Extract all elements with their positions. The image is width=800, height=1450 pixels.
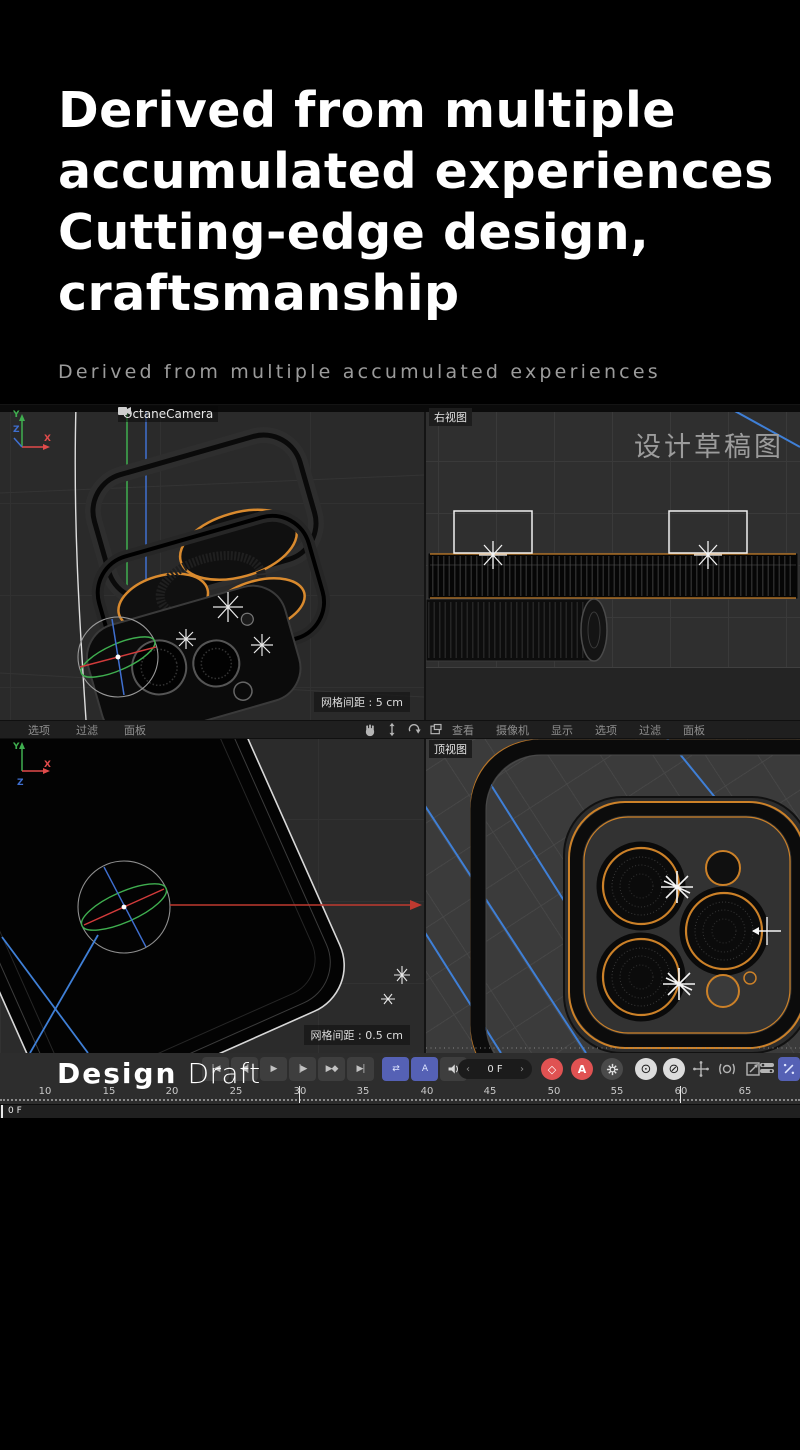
hero-subtitle: Derived from multiple accumulated experi… [58,361,661,383]
menu-options[interactable]: 选项 [595,722,617,738]
keying-settings-button[interactable] [601,1058,623,1080]
move-tool-icon[interactable] [692,1060,710,1078]
axis-z-label: Z [17,778,24,787]
view-label-badge: 右视图 [429,408,472,426]
keyframe-track-button[interactable]: A [411,1057,438,1081]
axis-gizmo: Y Z X [0,405,52,455]
menu-panel[interactable]: 面板 [683,722,705,738]
loop-mode-button[interactable]: ⇄ [382,1057,409,1081]
playhead-frame-label: 0 F [8,1106,22,1116]
key-rotation-toggle[interactable]: ⊘ [663,1058,685,1080]
view-label-badge: 顶视图 [429,740,472,758]
ruler-major-tick [680,1086,681,1103]
toggle-view-icon[interactable] [428,722,444,737]
goto-end-button[interactable]: ▶| [347,1057,374,1081]
toggles-icon[interactable] [758,1059,776,1077]
caption-light: Draft [187,1057,260,1090]
axis-x-label: X [44,760,51,770]
hero-title-line: accumulated experiences [58,141,774,202]
hero-title-line: craftsmanship [58,263,774,324]
ruler-number: 35 [357,1086,370,1097]
ruler-number: 50 [548,1086,561,1097]
ruler-number: 60 [675,1086,688,1097]
viewport-front-view[interactable]: Y X Z 网格间距 : 0.5 cm [0,737,424,1053]
key-position-toggle[interactable]: ⊙ [635,1058,657,1080]
caption-bold: Design [57,1057,177,1090]
ruler-number: 65 [739,1086,752,1097]
menu-display[interactable]: 显示 [551,722,573,738]
top-view-canvas [426,737,800,1053]
zoom-view-icon[interactable] [384,722,400,737]
axis-x-label: X [44,434,51,444]
viewport-top-view[interactable]: 顶视图 [426,737,800,1053]
section-caption: Design Draft [57,1057,261,1090]
playhead-row[interactable]: 0 F [0,1104,800,1118]
ruler-number: 55 [611,1086,624,1097]
viewport-menubar: 选项 过滤 面板 查看 [0,720,800,739]
menu-cameras[interactable]: 摄像机 [496,722,529,738]
frame-decrement[interactable]: ‹ [466,1064,470,1075]
camera-icon [118,406,132,416]
play-button[interactable]: ▶ [260,1057,287,1081]
hero-title-line: Cutting-edge design, [58,202,774,263]
menu-filter[interactable]: 过滤 [639,722,661,738]
gear-icon [606,1063,619,1076]
viewport-right-view[interactable]: 右视图 设计草稿图 [426,405,800,720]
axis-z-label: Z [13,425,20,435]
next-frame-button[interactable]: |▶ [289,1057,316,1081]
axis-gizmo: Y X Z [0,737,52,787]
menu-panel[interactable]: 面板 [124,722,146,738]
play-to-key-button[interactable]: ▶◆ [318,1057,345,1081]
frame-number-spinner[interactable]: ‹ 0 F › [458,1059,532,1079]
rotate-view-icon[interactable] [406,722,422,737]
ruler-major-tick [299,1086,300,1103]
grid-spacing-label: 网格间距 : 5 cm [314,692,410,712]
watermark-text: 设计草稿图 [634,425,784,464]
ruler-number: 30 [294,1086,307,1097]
right-viewport-menubar: 查看 摄像机 显示 选项 过滤 面板 [452,721,727,738]
hero-title: Derived from multiple accumulated experi… [58,80,774,324]
menu-options[interactable]: 选项 [28,722,50,738]
menu-filter[interactable]: 过滤 [76,722,98,738]
record-keyframe-button[interactable]: ◇ [541,1058,563,1080]
rotate-tool-icon[interactable] [718,1060,736,1078]
grid-spacing-label: 网格间距 : 0.5 cm [304,1025,410,1045]
ruler-number: 45 [484,1086,497,1097]
axis-y-label: Y [12,410,20,420]
snap-disabled-icon [782,1062,796,1076]
pan-hand-icon[interactable] [362,722,378,737]
page: Derived from multiple accumulated experi… [0,0,800,1450]
viewport-perspective[interactable]: OctaneCamera Y Z X 网格间距 : 5 cm [0,405,424,720]
axis-y-label: Y [12,742,20,752]
front-view-canvas [0,737,424,1053]
camera-name-label[interactable]: OctaneCamera [118,406,218,422]
autokey-button[interactable]: A [571,1058,593,1080]
ruler-number: 40 [421,1086,434,1097]
snap-toggle-button[interactable] [778,1057,800,1081]
frame-increment[interactable]: › [520,1064,524,1075]
menu-view[interactable]: 查看 [452,722,474,738]
camera-name-text: OctaneCamera [123,407,213,421]
frame-number-value: 0 F [487,1064,502,1075]
playhead-marker[interactable] [1,1105,3,1118]
perspective-canvas [0,405,424,720]
hero-title-line: Derived from multiple [58,80,774,141]
ruler-number: 10 [39,1086,52,1097]
